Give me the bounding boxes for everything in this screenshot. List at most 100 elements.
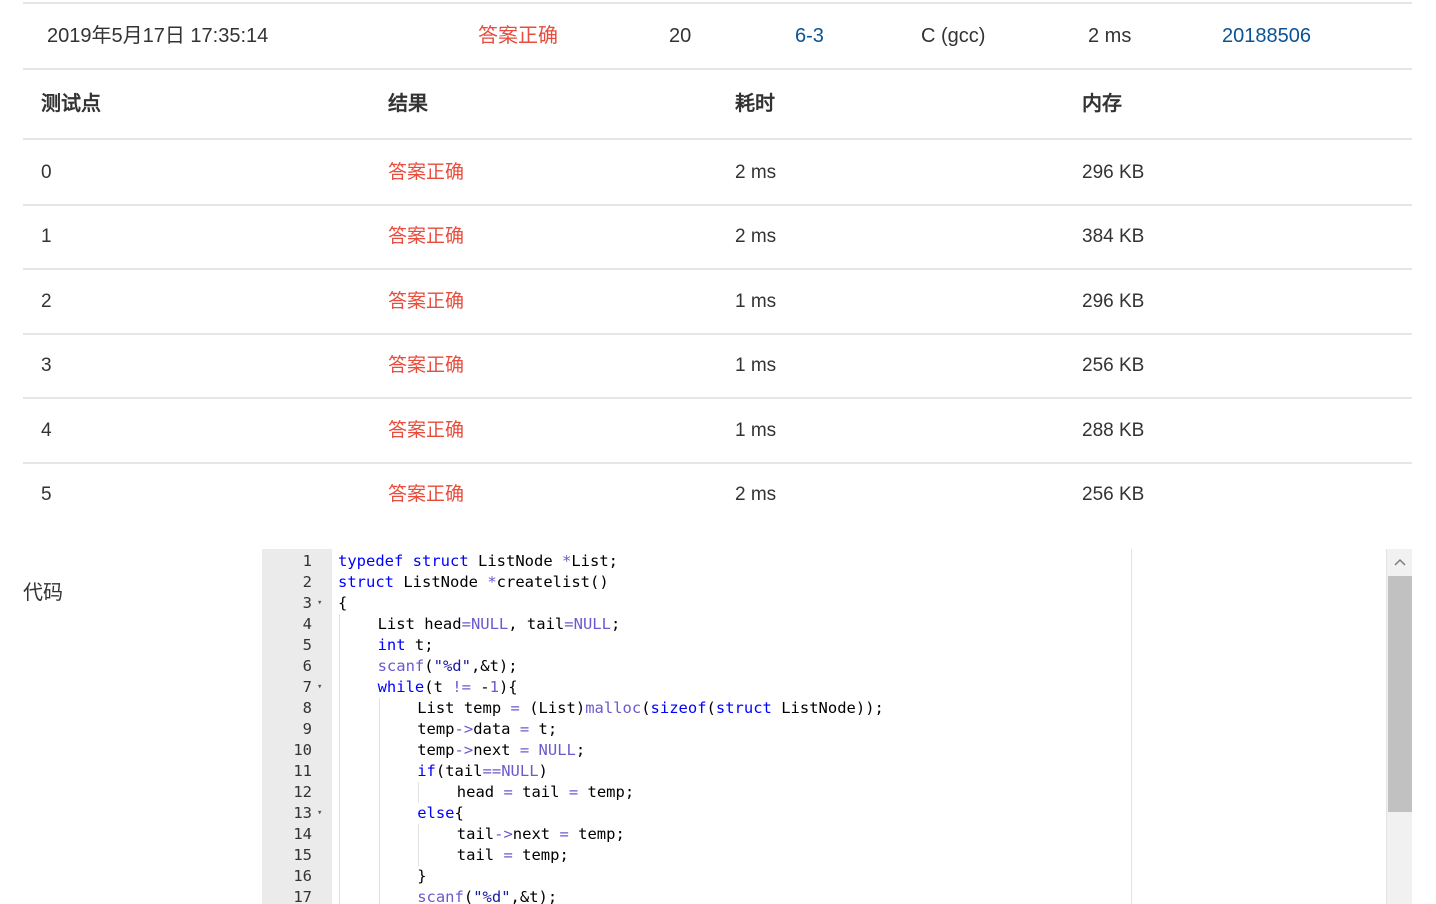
line-number: 15 [293,846,312,864]
testpoint-time: 1 ms [735,291,777,312]
indent-guide [378,887,380,904]
line-number: 2 [302,573,312,591]
testpoint-result: 答案正确 [388,484,465,505]
line-number: 16 [293,867,312,885]
testpoint-time: 1 ms [735,420,777,441]
testpoint-id: 2 [41,291,52,312]
editor-scrollbar[interactable] [1386,549,1412,904]
fold-arrow-icon[interactable]: ▾ [317,677,327,698]
indent-guide [339,719,340,740]
indent-guide [339,761,340,782]
code-line[interactable]: 2 struct ListNode *createlist() [262,572,1131,593]
code-line[interactable]: 9 temp->data = t; [262,719,1131,740]
indent-guide [339,656,340,677]
code-text: List head=NULL, tail=NULL; [377,615,621,633]
code-text: temp->data = t; [417,720,558,738]
table-row: 3 答案正确 1 ms 256 KB [23,334,1412,398]
indent-guide [378,866,380,887]
testpoint-time: 1 ms [735,355,777,376]
line-number: 5 [302,636,312,654]
code-line[interactable]: 11 if(tail==NULL) [262,761,1131,782]
indent-guide [378,740,380,761]
code-line[interactable]: 14 tail->next = temp; [262,824,1131,845]
table-row: 4 答案正确 1 ms 288 KB [23,399,1412,463]
table-row: 1 答案正确 2 ms 384 KB [23,205,1412,269]
code-line[interactable]: 8 List temp = (List)malloc(sizeof(struct … [262,698,1131,719]
code-text: typedef struct ListNode *List; [338,552,619,570]
code-text: temp->next = NULL; [417,741,586,759]
indent-guide [378,719,380,740]
scrollbar-thumb[interactable] [1388,576,1412,812]
code-text: scanf("%d",&t); [377,657,518,675]
code-line[interactable]: 7 ▾ while(t != -1){ [262,677,1131,698]
submission-score: 20 [669,25,692,47]
testpoint-id: 1 [41,226,52,247]
indent-guide [339,740,340,761]
code-line[interactable]: 16} [262,866,1131,887]
line-number: 14 [293,825,312,843]
testpoint-result: 答案正确 [388,226,465,247]
fold-arrow-icon[interactable]: ▾ [317,593,327,614]
testpoint-result: 答案正确 [388,355,465,376]
indent-guide [378,761,380,782]
code-text: else{ [417,804,464,822]
header-memory: 内存 [1082,93,1122,115]
code-text: while(t != -1){ [377,678,518,696]
indent-guide [339,803,340,824]
divider [23,138,1412,140]
testpoint-id: 3 [41,355,52,376]
indent-guide [418,824,420,845]
header-testpoint: 测试点 [41,93,101,115]
testpoint-time: 2 ms [735,162,777,183]
code-line[interactable]: 3 ▾ { [262,593,1131,614]
table-row: 2 答案正确 1 ms 296 KB [23,270,1412,334]
indent-guide [339,698,340,719]
indent-guide [339,635,340,656]
header-result: 结果 [388,93,428,115]
indent-guide [378,824,380,845]
header-time: 耗时 [735,93,775,115]
fold-arrow-icon[interactable]: ▾ [317,803,327,824]
indent-guide [418,845,420,866]
indent-guide [378,845,380,866]
user-link[interactable]: 20188506 [1222,4,1311,68]
line-number: 1 [302,552,312,570]
indent-guide [339,614,340,635]
testcase-table-header: 测试点 结果 耗时 内存 [23,70,1412,138]
testpoint-id: 4 [41,420,52,441]
code-line[interactable]: 13 ▾ else{ [262,803,1131,824]
line-number: 17 [293,888,312,904]
indent-guide [418,782,420,803]
line-number: 8 [302,699,312,717]
testpoint-id: 5 [41,484,52,505]
code-line[interactable]: 5 int t; [262,635,1131,656]
code-line[interactable]: 15 tail = temp; [262,845,1131,866]
indent-guide [339,824,340,845]
submission-summary-row: 2019年5月17日 17:35:14 答案正确 20 6-3 C (gcc) … [23,4,1412,68]
testpoint-time: 2 ms [735,226,777,247]
code-text: { [338,594,348,612]
code-text: scanf("%d",&t); [417,888,558,904]
testpoint-id: 0 [41,162,52,183]
code-line[interactable]: 1 typedef struct ListNode *List; [262,551,1131,572]
indent-guide [339,782,340,803]
table-row: 0 答案正确 2 ms 296 KB [23,141,1412,205]
code-line[interactable]: 6 scanf("%d",&t); [262,656,1131,677]
code-editor[interactable]: 1 typedef struct ListNode *List; 2 struct L… [262,549,1132,904]
code-line[interactable]: 17 scanf("%d",&t); [262,887,1131,904]
testpoint-result: 答案正确 [388,291,465,312]
compiler: C (gcc) [921,25,986,47]
testpoint-memory: 384 KB [1082,226,1145,247]
submission-status[interactable]: 答案正确 [478,4,558,68]
code-text: tail = temp; [456,846,569,864]
code-line[interactable]: 10 temp->next = NULL; [262,740,1131,761]
code-line[interactable]: 4 List head=NULL, tail=NULL; [262,614,1131,635]
line-number: 9 [302,720,312,738]
chevron-up-icon[interactable] [1387,549,1413,575]
code-line[interactable]: 12 head = tail = temp; [262,782,1131,803]
testpoint-time: 2 ms [735,484,777,505]
problem-link[interactable]: 6-3 [795,4,824,68]
submission-time: 2019年5月17日 17:35:14 [47,25,269,47]
code-text: List temp = (List)malloc(sizeof(struct L… [417,699,884,717]
testpoint-memory: 296 KB [1082,291,1145,312]
